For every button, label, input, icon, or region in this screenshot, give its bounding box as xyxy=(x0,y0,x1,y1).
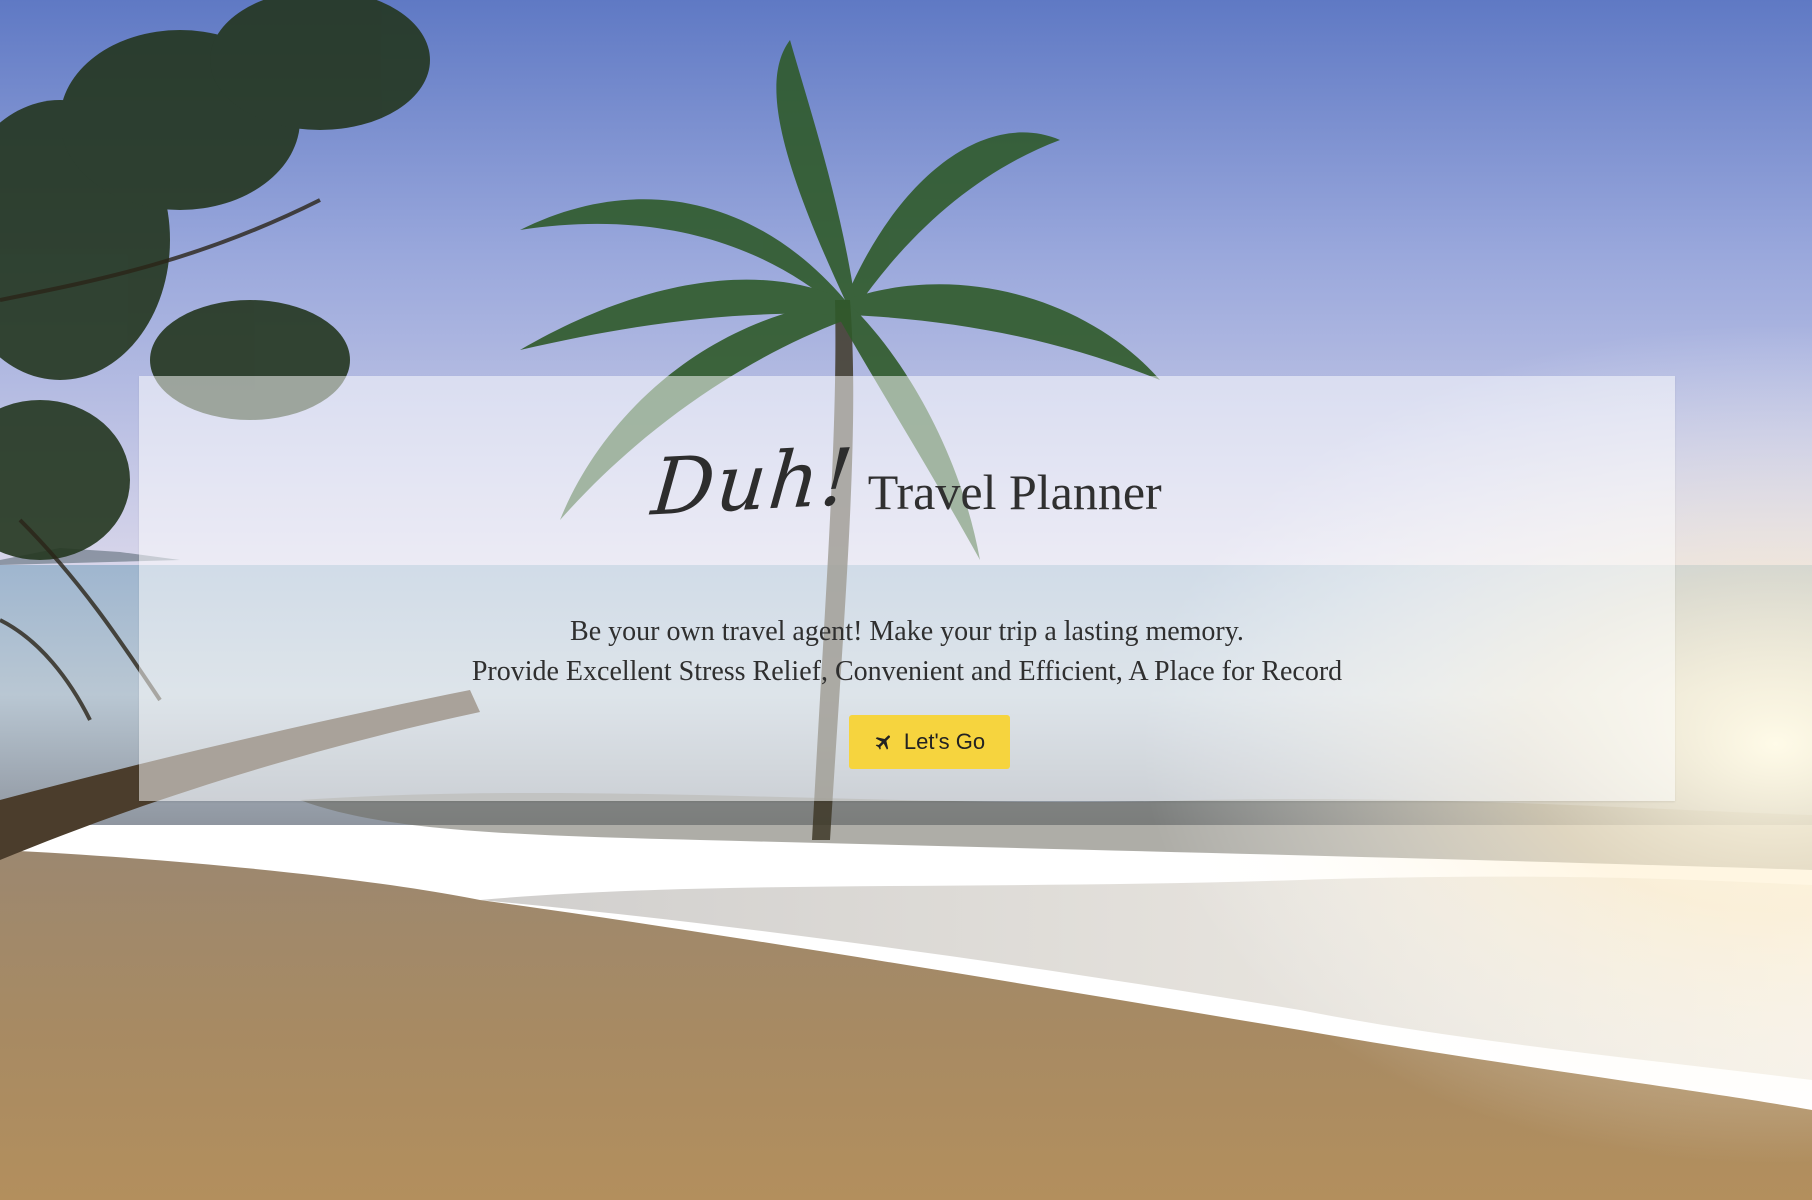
tagline-line-1: Be your own travel agent! Make your trip… xyxy=(570,616,1244,647)
brand-logo: Duh! xyxy=(648,432,859,534)
lets-go-label: Let's Go xyxy=(903,729,986,754)
app-name: Travel Planner xyxy=(867,464,1162,520)
tagline: Be your own travel agent! Make your trip… xyxy=(139,612,1675,692)
hero-panel: Duh! Travel Planner Be your own travel a… xyxy=(139,376,1675,801)
airplane-icon xyxy=(874,732,894,752)
hero-title: Duh! Travel Planner xyxy=(139,432,1675,533)
tagline-line-2: Provide Excellent Stress Relief, Conveni… xyxy=(471,656,1343,687)
lets-go-button[interactable]: Let's Go xyxy=(849,715,1010,769)
